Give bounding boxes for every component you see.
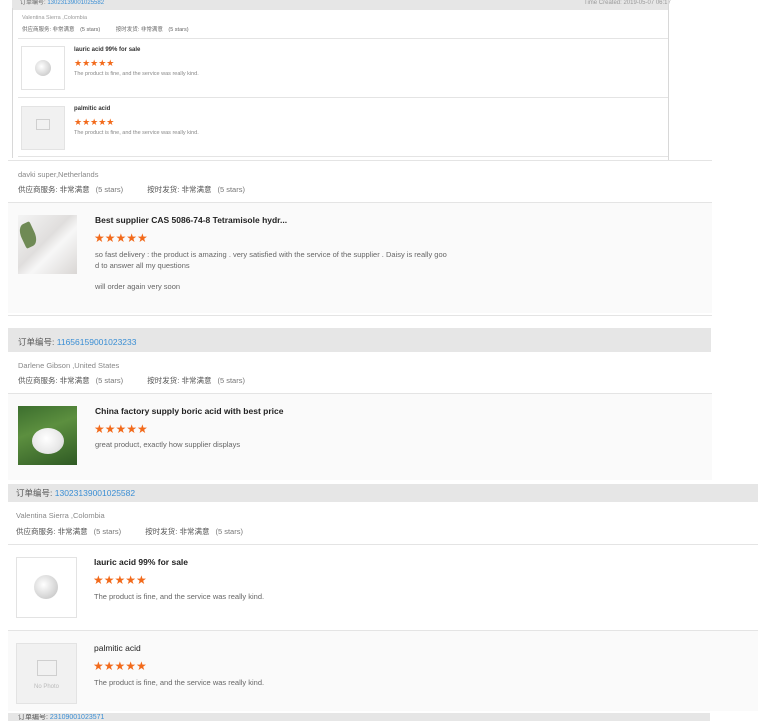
review-text: The product is fine, and the service was… xyxy=(74,130,199,136)
order-number-row: 订单编号: 11656159001023233 xyxy=(18,336,136,348)
order-label: 订单编号: xyxy=(16,488,53,498)
product-title[interactable]: China factory supply boric acid with bes… xyxy=(95,406,283,416)
order-number-row: 订单编号: 23109001023571 xyxy=(18,714,104,721)
star-rating: ★★★★★ xyxy=(94,231,148,245)
review-text-line: d to answer all my questions xyxy=(95,261,190,270)
divider xyxy=(8,315,712,316)
buyer-name: Darlene Gibson ,United States xyxy=(18,361,120,370)
review-text: great product, exactly how supplier disp… xyxy=(95,440,241,449)
leaf-image xyxy=(18,221,40,249)
powder-image xyxy=(34,575,58,599)
powder-image xyxy=(35,60,51,76)
product-title[interactable]: palmitic acid xyxy=(74,106,110,112)
shipping-stars: (5 stars) xyxy=(217,376,245,385)
order-number-link[interactable]: 23109001023571 xyxy=(50,714,105,721)
order-number-row: 订单编号: 13023139001025582 xyxy=(16,487,135,499)
top-order-number-row: 订单编号: 13023139001025582 xyxy=(20,0,104,7)
order-label: 订单编号: xyxy=(18,714,48,721)
order-label: 订单编号: xyxy=(18,337,55,347)
divider xyxy=(18,97,668,98)
service-ratings: 供应商服务: 非常满意 (5 stars) 按时发货: 非常满意 (5 star… xyxy=(22,25,189,33)
shipping-stars: (5 stars) xyxy=(217,185,245,194)
buyer-name: Valentina Sierra ,Colombia xyxy=(16,511,105,520)
review-text: The product is fine, and the service was… xyxy=(94,592,265,601)
product-thumbnail[interactable] xyxy=(18,215,77,274)
product-thumbnail[interactable] xyxy=(21,46,65,90)
star-rating: ★★★★★ xyxy=(94,422,148,436)
supplier-service-stars: (5 stars) xyxy=(95,376,124,385)
divider xyxy=(8,544,758,545)
product-title[interactable]: Best supplier CAS 5086-74-8 Tetramisole … xyxy=(95,215,287,225)
star-rating: ★★★★★ xyxy=(74,58,115,68)
shipping-label: 按时发货: 非常满意 xyxy=(147,376,212,385)
product-title[interactable]: palmitic acid xyxy=(94,643,141,653)
card-border-left xyxy=(12,8,13,158)
order-label: 订单编号: xyxy=(20,0,46,6)
card-border-right xyxy=(668,0,669,160)
supplier-service-stars: (5 stars) xyxy=(95,185,124,194)
shipping-stars: (5 stars) xyxy=(215,527,243,536)
supplier-service-label: 供应商服务: 非常满意 xyxy=(18,376,90,385)
service-ratings: 供应商服务: 非常满意 (5 stars) 按时发货: 非常满意 (5 stars) xyxy=(16,526,243,537)
image-placeholder-icon xyxy=(37,660,57,676)
product-thumbnail-placeholder[interactable] xyxy=(21,106,65,150)
supplier-service-stars: (5 stars) xyxy=(80,27,101,33)
order-bar xyxy=(8,713,710,721)
shipping-label: 按时发货: 非常满意 xyxy=(115,27,163,33)
product-title[interactable]: lauric acid 99% for sale xyxy=(74,47,140,53)
divider xyxy=(18,38,668,39)
shipping-label: 按时发货: 非常满意 xyxy=(145,527,210,536)
card-bottom-border xyxy=(8,160,712,161)
time-created: Time Created: 2019-05-07 06:17 xyxy=(584,0,671,6)
review-text-line: will order again very soon xyxy=(95,282,181,291)
product-thumbnail[interactable] xyxy=(18,406,77,465)
no-photo-label: No Photo xyxy=(33,684,60,690)
supplier-service-label: 供应商服务: 非常满意 xyxy=(22,27,75,33)
supplier-service-stars: (5 stars) xyxy=(93,527,122,536)
order-number-link[interactable]: 11656159001023233 xyxy=(57,337,137,347)
review-text: The product is fine, and the service was… xyxy=(94,678,265,687)
star-rating: ★★★★★ xyxy=(93,573,147,587)
order-number-link[interactable]: 13023139001025582 xyxy=(47,0,104,6)
star-rating: ★★★★★ xyxy=(93,659,147,673)
supplier-service-label: 供应商服务: 非常满意 xyxy=(18,185,90,194)
product-thumbnail-placeholder[interactable]: No Photo xyxy=(16,643,77,704)
divider xyxy=(18,156,668,157)
order-number-link[interactable]: 13023139001025582 xyxy=(55,488,135,498)
top-order-bar xyxy=(12,0,668,10)
product-title[interactable]: lauric acid 99% for sale xyxy=(94,557,188,567)
shipping-stars: (5 stars) xyxy=(168,27,189,33)
review-text: The product is fine, and the service was… xyxy=(74,71,199,77)
star-rating: ★★★★★ xyxy=(74,117,115,127)
service-ratings: 供应商服务: 非常满意 (5 stars) 按时发货: 非常满意 (5 stars) xyxy=(18,184,245,195)
buyer-name: davki super,Netherlands xyxy=(18,170,99,179)
service-ratings: 供应商服务: 非常满意 (5 stars) 按时发货: 非常满意 (5 stars) xyxy=(18,375,245,386)
image-placeholder-icon xyxy=(36,119,50,130)
product-thumbnail[interactable] xyxy=(16,557,77,618)
shipping-label: 按时发货: 非常满意 xyxy=(147,185,212,194)
supplier-service-label: 供应商服务: 非常满意 xyxy=(16,527,88,536)
powder-image xyxy=(32,428,64,454)
buyer-name: Valentina Sierra ,Colombia xyxy=(22,15,88,21)
